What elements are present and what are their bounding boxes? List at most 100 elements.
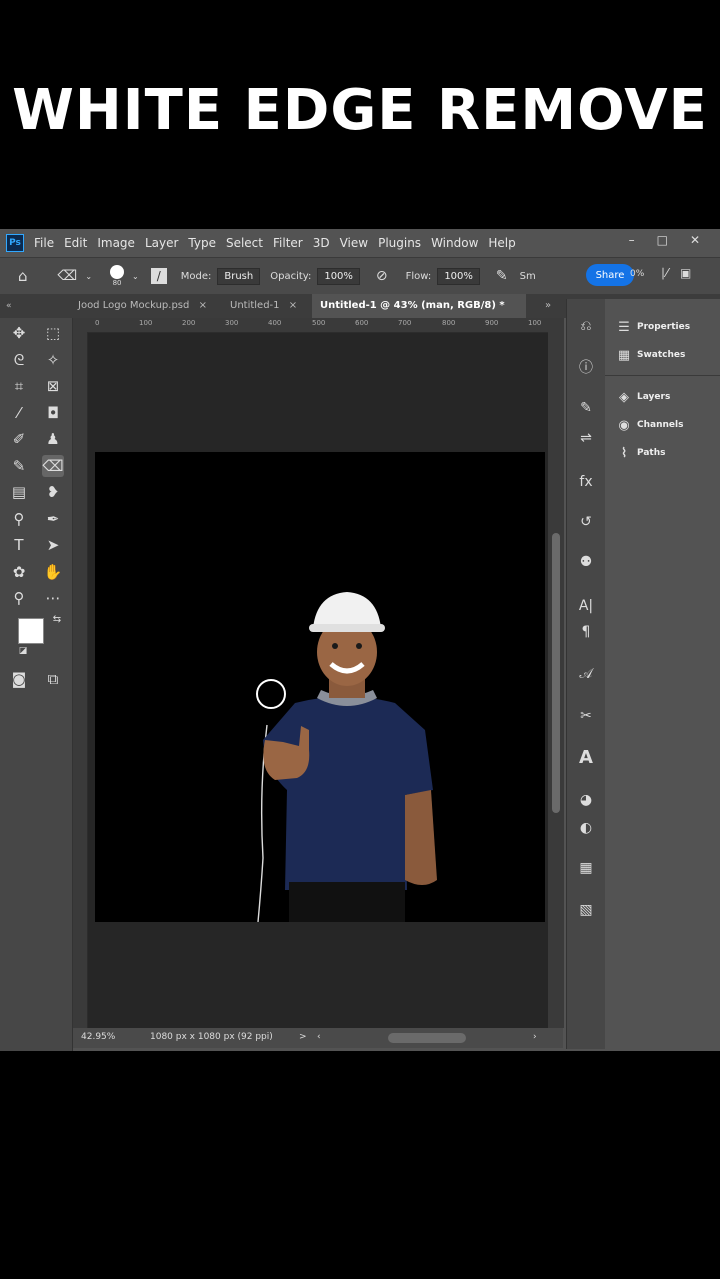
pressure-opacity-icon[interactable]: ⊘ [376,268,388,284]
opacity-field[interactable]: 100% [317,267,360,285]
brush-preset-picker[interactable]: 80 [110,265,125,287]
character-styles-icon[interactable]: A [571,747,601,769]
blur-tool-icon[interactable]: ❥ [42,481,64,503]
menu-window[interactable]: Window [431,236,478,250]
mode-label: Mode: [180,270,212,282]
share-button[interactable]: Share [586,264,634,286]
tab-close-icon[interactable]: × [289,300,297,311]
horizontal-scroll-thumb[interactable] [388,1033,466,1043]
quick-mask-icon[interactable]: ◙ [8,668,30,690]
brush-settings-icon[interactable]: / [150,268,167,284]
history-panel-icon[interactable]: ⎌ [571,315,601,337]
panel-icon-strip: ⎌ ⓘ ✎ ⇌ fx ↺ ⚉ A| ¶ 𝒜 ✂ A ◕ ◐ ▦ ▧ [566,299,606,1049]
tab-jood-logo-mockup[interactable]: Jood Logo Mockup.psd × [70,294,215,318]
eraser-tool-icon[interactable]: ⌫ [42,455,64,477]
eyedropper-tool-icon[interactable]: ⁄ [8,402,30,424]
effects-panel-icon[interactable]: fx [571,471,601,493]
scroll-left-icon[interactable]: ‹ [317,1032,321,1042]
tab-untitled-1[interactable]: Untitled-1 × [222,294,305,318]
swatches-icon: ▦ [617,347,631,363]
brushes-panel-icon[interactable]: ✎ [571,397,601,419]
more-tools-icon[interactable]: ⋯ [42,587,64,609]
shape-tool-icon[interactable]: ✿ [8,561,30,583]
zoom-level[interactable]: 42.95% [81,1032,115,1042]
panel-paths[interactable]: ⌇ Paths [611,441,666,465]
healing-brush-icon[interactable]: ✐ [8,428,30,450]
maximize-button[interactable]: □ [657,233,668,247]
document-canvas[interactable] [95,452,545,922]
adjustments-panel-icon[interactable]: ⇌ [571,427,601,449]
brush-tip-icon [110,265,125,279]
panel-layers[interactable]: ◈ Layers [611,385,670,409]
type-tool-icon[interactable]: T [8,534,30,556]
history-brush-icon[interactable]: ✎ [8,455,30,477]
default-colors-icon[interactable]: ◪ [12,640,34,662]
menu-file[interactable]: File [34,236,54,250]
dodge-tool-icon[interactable]: ⚲ [8,508,30,530]
pen-tool-icon[interactable]: ✒ [42,508,64,530]
symmetry-icon[interactable]: ∣⁄ [660,266,668,280]
adjust-panel-icon[interactable]: ◐ [571,817,601,839]
mode-select[interactable]: Brush [217,267,261,285]
vertical-scrollbar[interactable] [548,318,564,1028]
object-select-icon[interactable]: ◘ [42,402,64,424]
airbrush-icon[interactable]: ✎ [496,268,508,284]
hand-tool-icon[interactable]: ✋ [42,561,64,583]
actions-panel-icon[interactable]: ↺ [571,511,601,533]
chevron-down-icon[interactable]: ⌄ [132,272,139,281]
smoothing-value[interactable]: 0% [630,269,644,279]
gradients-panel-icon[interactable]: ▧ [571,899,601,921]
screen-mode-icon[interactable]: ⧉ [42,668,64,690]
home-icon[interactable]: ⌂ [18,267,28,285]
tab-overflow-icon[interactable]: » [545,294,551,318]
menu-type[interactable]: Type [188,236,216,250]
minimize-button[interactable]: – [629,233,635,247]
menu-select[interactable]: Select [226,236,263,250]
panel-swatches[interactable]: ▦ Swatches [611,343,686,367]
tool-presets-icon[interactable]: ✂ [571,705,601,727]
chevron-down-icon[interactable]: ⌄ [85,272,92,281]
ruler-tick: 300 [225,319,239,327]
color-panel-icon[interactable]: ◕ [571,789,601,811]
panel-properties[interactable]: ☰ Properties [611,315,690,339]
canvas-area[interactable]: 0 100 200 300 400 500 600 700 800 900 10… [73,318,548,1028]
menu-filter[interactable]: Filter [273,236,303,250]
magic-wand-tool-icon[interactable]: ✧ [42,349,64,371]
close-window-button[interactable]: ✕ [690,233,700,247]
tab-close-icon[interactable]: × [199,300,207,311]
paths-icon: ⌇ [620,445,628,461]
path-select-icon[interactable]: ➤ [42,534,64,556]
eraser-icon[interactable]: ⌫ [58,268,78,284]
glyphs-panel-icon[interactable]: 𝒜 [571,663,601,685]
menu-3d[interactable]: 3D [313,236,330,250]
move-tool-icon[interactable]: ✥ [8,322,30,344]
zoom-tool-icon[interactable]: ⚲ [8,587,30,609]
menu-edit[interactable]: Edit [64,236,87,250]
frame-icon[interactable]: ▣ [680,266,691,280]
info-panel-icon[interactable]: ⓘ [571,357,601,379]
collapse-left-icon[interactable]: « [6,294,12,318]
gradient-tool-icon[interactable]: ▤ [8,481,30,503]
clone-stamp-icon[interactable]: ♟ [42,428,64,450]
scroll-right-icon[interactable]: › [533,1032,537,1042]
crop-tool-icon[interactable]: ⌗ [8,375,30,397]
menu-image[interactable]: Image [97,236,135,250]
clone-source-icon[interactable]: ⚉ [571,551,601,573]
swap-colors-icon[interactable]: ⇆ [46,609,68,631]
flow-field[interactable]: 100% [437,267,480,285]
menu-help[interactable]: Help [488,236,515,250]
marquee-tool-icon[interactable]: ⬚ [42,322,64,344]
paragraph-panel-icon[interactable]: ¶ [571,621,601,643]
status-menu-arrow[interactable]: > [299,1032,307,1042]
frame-tool-icon[interactable]: ⊠ [42,375,64,397]
lasso-tool-icon[interactable]: ᘓ [8,349,30,371]
menu-plugins[interactable]: Plugins [378,236,421,250]
grid-panel-icon[interactable]: ▦ [571,857,601,879]
opacity-label: Opacity: [270,270,312,282]
panel-channels[interactable]: ◉ Channels [611,413,683,437]
character-panel-icon[interactable]: A| [571,595,601,617]
menu-layer[interactable]: Layer [145,236,178,250]
tab-untitled-1-active[interactable]: Untitled-1 @ 43% (man, RGB/8) * × [312,294,526,335]
menu-view[interactable]: View [340,236,368,250]
vertical-scroll-thumb[interactable] [552,533,560,813]
